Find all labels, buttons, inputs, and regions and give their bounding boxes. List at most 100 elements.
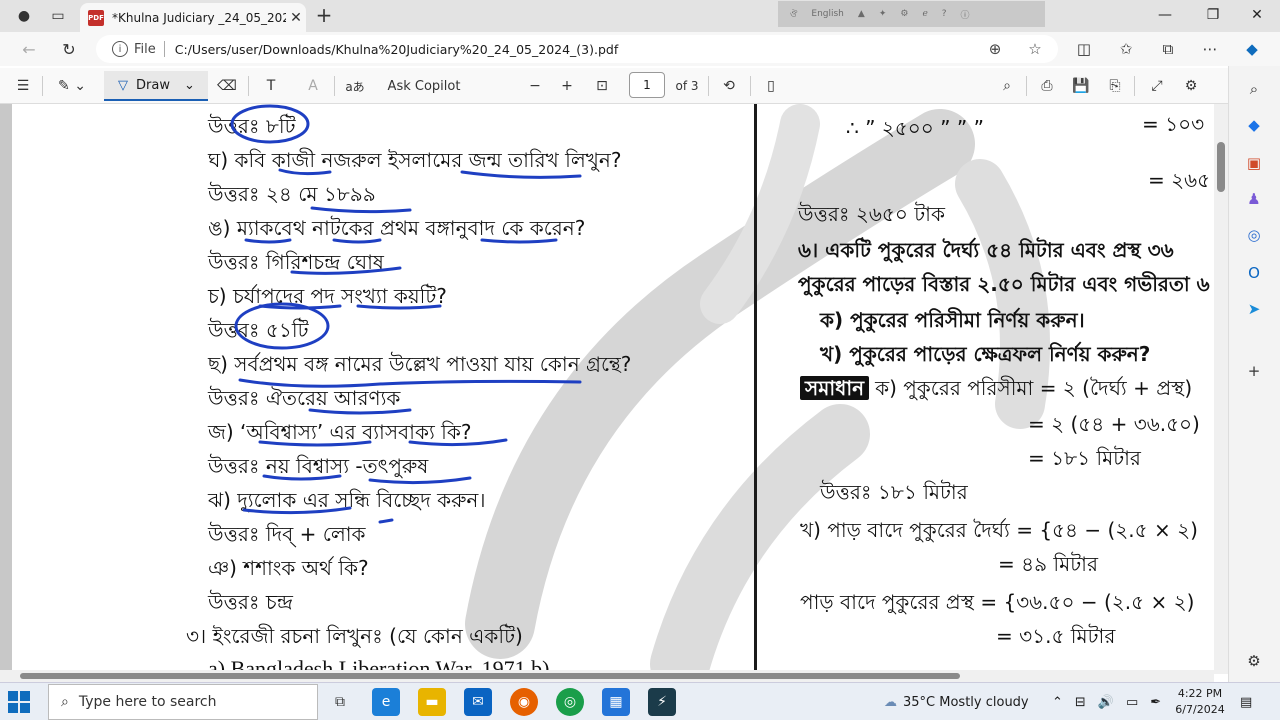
doc-solution-b3: পাড় বাদে পুকুরের প্রস্থ = {৩৬.৫০ − (২.৫…: [800, 590, 1195, 614]
split-screen-icon[interactable]: ◫: [1070, 36, 1098, 62]
file-label: File: [134, 41, 156, 57]
zoom-in-button[interactable]: +: [556, 73, 578, 99]
search-placeholder: Type here to search: [78, 694, 217, 710]
read-aloud-icon[interactable]: aあ: [342, 73, 368, 99]
toolbar-separator: [708, 76, 709, 96]
new-tab-button[interactable]: +: [312, 4, 336, 28]
save-as-icon[interactable]: ⎘: [1102, 73, 1128, 99]
doc-left-line-3: উত্তরঃ ২৪ মে ১৮৯৯: [208, 182, 376, 206]
favorite-star-icon[interactable]: ☆: [1022, 39, 1048, 59]
store-icon[interactable]: ▦: [602, 688, 630, 716]
favorites-icon[interactable]: ✩: [1112, 36, 1140, 62]
firefox-icon[interactable]: ◉: [510, 688, 538, 716]
more-menu-icon[interactable]: ⋯: [1196, 36, 1224, 62]
doc-right-top: ∴ ” ২৫০০ ” ” ”: [846, 116, 984, 140]
clock[interactable]: 4:22 PM 6/7/2024: [1172, 686, 1228, 718]
ime-logo-icon[interactable]: ঔ: [790, 7, 797, 22]
system-tray: ⌃ ⊟ 🔊 ▭ ✒: [1052, 683, 1161, 720]
draw-button[interactable]: ▽ Draw ⌄: [104, 71, 208, 101]
search-icon[interactable]: ⌕: [994, 73, 1020, 99]
horizontal-scrollbar[interactable]: [0, 670, 1214, 682]
chevron-down-icon[interactable]: ⌄: [184, 78, 195, 93]
outlook-icon[interactable]: O: [1243, 262, 1265, 284]
vertical-scroll-thumb[interactable]: [1217, 142, 1225, 192]
settings-gear-icon[interactable]: ⚙: [1178, 73, 1204, 99]
clock-date: 6/7/2024: [1175, 703, 1225, 716]
display-icon[interactable]: ▭: [1126, 695, 1138, 710]
volume-icon[interactable]: 🔊: [1098, 695, 1114, 710]
doc-left-line-15: উত্তরঃ চন্দ্র: [208, 590, 293, 614]
ask-copilot-button[interactable]: Ask Copilot: [384, 73, 464, 99]
eraser-icon[interactable]: ⌫: [214, 73, 240, 99]
doc-left-line-12: ঝ) দ্যুলোক এর সন্ধি বিচ্ছেদ করুন।: [208, 488, 486, 512]
horizontal-scroll-thumb[interactable]: [20, 673, 960, 679]
task-view-icon[interactable]: ⧉: [326, 688, 354, 716]
microsoft-365-icon[interactable]: ◎: [1243, 224, 1265, 246]
tools-briefcase-icon[interactable]: ▣: [1243, 152, 1265, 174]
fit-page-icon[interactable]: ⊡: [590, 73, 614, 99]
zoom-icon[interactable]: ⊕: [982, 39, 1008, 59]
profile-icon[interactable]: ●: [10, 4, 38, 28]
edge-app-icon[interactable]: e: [372, 688, 400, 716]
tab-actions-icon[interactable]: ▭: [44, 4, 72, 28]
pen-workspace-icon[interactable]: ✒: [1150, 695, 1161, 710]
page-number-input[interactable]: 1: [629, 72, 665, 98]
ime-toolbar: ঔ English ▲ ✦ ⚙ ℯ ? ⓘ: [778, 1, 1045, 27]
games-icon[interactable]: ♟: [1243, 188, 1265, 210]
app-icon[interactable]: ⚡: [648, 688, 676, 716]
url-separator: [163, 41, 165, 57]
doc-q6-line1: ৬। একটি পুকুরের দৈর্ঘ্য ৫৪ মিটার এবং প্র…: [798, 238, 1174, 262]
sidebar-search-icon[interactable]: ⌕: [1243, 78, 1265, 100]
taskbar-search-box[interactable]: ⌕ Type here to search: [48, 684, 318, 720]
highlight-icon[interactable]: ✎ ⌄: [52, 73, 92, 99]
rotate-icon[interactable]: ⟲: [716, 73, 742, 99]
refresh-icon[interactable]: ↻: [54, 36, 84, 62]
doc-left-line-16: ৩। ইংরেজী রচনা লিখুনঃ (যে কোন একটি): [186, 624, 523, 648]
collections-icon[interactable]: ⧉: [1154, 36, 1182, 62]
zoom-out-button[interactable]: −: [524, 73, 546, 99]
ime-edge-icon[interactable]: ℯ: [922, 9, 927, 19]
save-icon[interactable]: 💾: [1068, 73, 1094, 99]
notification-icon[interactable]: ▤: [1240, 683, 1252, 720]
contents-icon[interactable]: ☰: [10, 73, 36, 99]
ime-help-icon[interactable]: ?: [942, 9, 947, 19]
toolbar-separator: [42, 76, 43, 96]
pdf-icon: PDF: [88, 9, 104, 26]
tab-pdf-document[interactable]: PDF *Khulna Judiciary _24_05_2024_(3).pd…: [80, 3, 306, 32]
windows-start-icon[interactable]: [8, 691, 30, 713]
restore-icon[interactable]: ❐: [1190, 0, 1236, 30]
doc-left-line-4: ঙ) ম্যাকবেথ নাটকের প্রথম বঙ্গানুবাদ কে ক…: [208, 216, 586, 240]
back-icon[interactable]: ←: [14, 36, 44, 62]
ime-hat-icon[interactable]: ▲: [858, 9, 865, 19]
url-text[interactable]: C:/Users/user/Downloads/Khulna%20Judicia…: [175, 42, 619, 57]
ime-info-icon[interactable]: ⓘ: [961, 8, 970, 21]
network-icon[interactable]: ⊟: [1075, 695, 1086, 710]
shopping-tag-icon[interactable]: ◆: [1243, 114, 1265, 136]
telegram-icon[interactable]: ➤: [1243, 298, 1265, 320]
close-window-icon[interactable]: ✕: [1234, 0, 1280, 30]
add-sidebar-app-icon[interactable]: +: [1243, 360, 1265, 382]
ime-tool-icon[interactable]: ✦: [879, 9, 887, 19]
doc-right-top-value: = ১০৩: [1142, 112, 1205, 136]
close-tab-icon[interactable]: ✕: [286, 10, 306, 26]
url-field[interactable]: i File C:/Users/user/Downloads/Khulna%20…: [96, 35, 1058, 63]
vertical-scrollbar[interactable]: [1214, 104, 1228, 674]
pdf-document-view[interactable]: উত্তরঃ ৮টি ঘ) কবি কাজী নজরুল ইসলামের জন্…: [0, 104, 1228, 674]
info-icon[interactable]: i: [112, 41, 128, 57]
text-format-icon[interactable]: A: [300, 73, 326, 99]
chrome-icon[interactable]: ◎: [556, 688, 584, 716]
fullscreen-icon[interactable]: ⤢: [1144, 73, 1170, 99]
copilot-icon[interactable]: ◆: [1238, 36, 1266, 62]
page-view-icon[interactable]: ▯: [758, 73, 784, 99]
page-total: of 3: [675, 79, 699, 93]
chevron-up-icon[interactable]: ⌃: [1052, 695, 1063, 710]
minimize-icon[interactable]: —: [1142, 0, 1188, 30]
text-box-icon[interactable]: T: [258, 73, 284, 99]
ime-settings-icon[interactable]: ⚙: [900, 9, 908, 19]
file-explorer-icon[interactable]: ▬: [418, 688, 446, 716]
ime-language[interactable]: English: [811, 9, 844, 19]
print-icon[interactable]: ⎙: [1034, 73, 1060, 99]
mail-icon[interactable]: ✉: [464, 688, 492, 716]
sidebar-settings-icon[interactable]: ⚙: [1243, 650, 1265, 672]
weather-widget[interactable]: ☁ 35°C Mostly cloudy: [884, 683, 1029, 720]
